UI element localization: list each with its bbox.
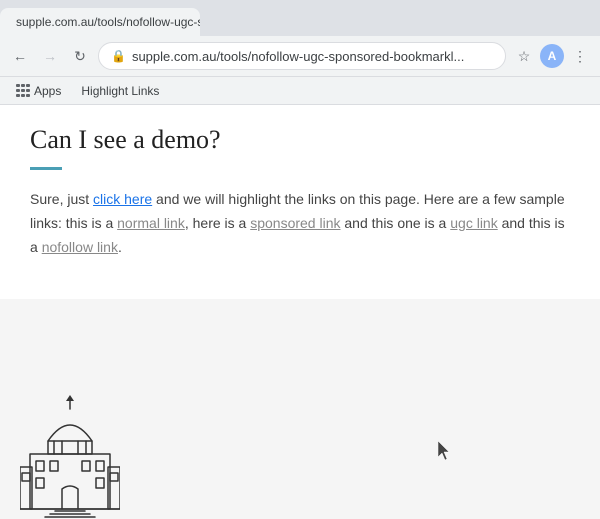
omnibox[interactable]: 🔒 supple.com.au/tools/nofollow-ugc-spons… xyxy=(98,42,506,70)
browser-chrome: supple.com.au/tools/nofollow-ugc-sponsor… xyxy=(0,0,600,105)
demo-text: Sure, just click here and we will highli… xyxy=(30,188,570,259)
tab-bar: supple.com.au/tools/nofollow-ugc-sponsor… xyxy=(0,0,600,36)
back-button[interactable]: ← xyxy=(8,44,32,68)
nofollow-end-text: . xyxy=(118,239,122,255)
bookmark-star-button[interactable]: ☆ xyxy=(512,44,536,68)
cursor-icon xyxy=(438,441,452,461)
sponsored-link[interactable]: sponsored link xyxy=(250,215,340,231)
omnibox-bar: ← → ↻ 🔒 supple.com.au/tools/nofollow-ugc… xyxy=(0,36,600,76)
tab-title: supple.com.au/tools/nofollow-ugc-sponsor… xyxy=(16,15,200,29)
active-tab[interactable]: supple.com.au/tools/nofollow-ugc-sponsor… xyxy=(0,8,200,36)
page-wrapper: Can I see a demo? Sure, just click here … xyxy=(0,105,600,519)
url-text: supple.com.au/tools/nofollow-ugc-sponsor… xyxy=(132,49,493,64)
intro-text: Sure, just xyxy=(30,191,93,207)
content-section: Can I see a demo? Sure, just click here … xyxy=(0,105,600,299)
normal-link[interactable]: normal link xyxy=(117,215,185,231)
highlight-links-label: Highlight Links xyxy=(81,84,159,98)
apps-label: Apps xyxy=(34,84,61,98)
sponsored-cont-text: and this one is a xyxy=(341,215,451,231)
accent-line xyxy=(30,167,62,170)
forward-button[interactable]: → xyxy=(38,44,62,68)
click-here-link[interactable]: click here xyxy=(93,191,152,207)
question-heading: Can I see a demo? xyxy=(30,125,570,155)
omnibox-actions: ☆ A ⋮ xyxy=(512,44,592,68)
apps-bookmark[interactable]: Apps xyxy=(8,81,69,101)
menu-button[interactable]: ⋮ xyxy=(568,44,592,68)
bottom-section xyxy=(0,299,600,519)
reload-button[interactable]: ↻ xyxy=(68,44,92,68)
bookmarks-bar: Apps Highlight Links xyxy=(0,76,600,104)
lock-icon: 🔒 xyxy=(111,49,126,63)
page-content: Can I see a demo? Sure, just click here … xyxy=(0,105,600,299)
highlight-links-bookmark[interactable]: Highlight Links xyxy=(73,81,167,101)
nofollow-link[interactable]: nofollow link xyxy=(42,239,118,255)
ugc-link[interactable]: ugc link xyxy=(450,215,497,231)
apps-grid-icon xyxy=(16,84,30,98)
normal-cont-text: , here is a xyxy=(185,215,250,231)
profile-avatar[interactable]: A xyxy=(540,44,564,68)
